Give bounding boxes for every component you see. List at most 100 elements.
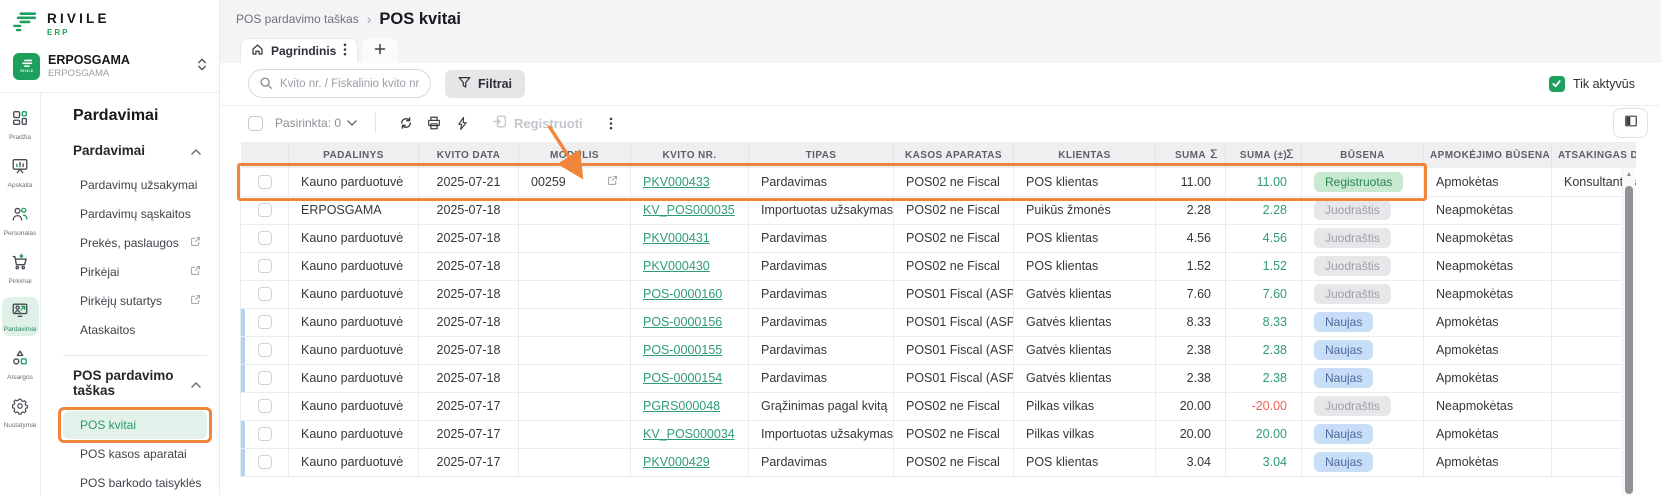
sidebar-item-pos-kvitai[interactable]: POS kvitai <box>63 411 207 439</box>
table-row[interactable]: Kauno parduotuvė2025-07-18PKV000430Parda… <box>241 252 1636 280</box>
table-row[interactable]: Kauno parduotuvė2025-07-18POS-0000155Par… <box>241 336 1636 364</box>
receipt-link[interactable]: PKV000431 <box>643 231 710 245</box>
receipt-link[interactable]: POS-0000155 <box>643 343 722 357</box>
scrollbar-thumb[interactable] <box>1625 186 1633 494</box>
column-header-atsakingas[interactable]: ATSAKINGAS DARBUOT <box>1552 142 1636 168</box>
column-header-modulis[interactable]: MODULIS <box>519 142 631 168</box>
receipt-link[interactable]: PKV000429 <box>643 455 710 469</box>
module-cell <box>519 392 631 420</box>
column-header-busena[interactable]: BŪSENA <box>1302 142 1424 168</box>
rail-item-apskaita[interactable]: Apskaita <box>2 153 39 192</box>
row-checkbox[interactable] <box>258 399 272 413</box>
receipt-link[interactable]: PKV000430 <box>643 259 710 273</box>
column-header-kvito_data[interactable]: KVITO DATA <box>419 142 519 168</box>
suma-cell: 1.52 <box>1156 252 1226 280</box>
receipt-link[interactable]: POS-0000156 <box>643 315 722 329</box>
rail-item-atsargos[interactable]: Atsargos <box>2 345 39 384</box>
rail-item-pradžia[interactable]: Pradžia <box>2 105 39 144</box>
selection-chevron-down-icon[interactable] <box>347 120 357 126</box>
receipt-link[interactable]: POS-0000160 <box>643 287 722 301</box>
table-row[interactable]: Kauno parduotuvė2025-07-17PGRS000048Grąž… <box>241 392 1636 420</box>
column-header-padalinys[interactable]: PADALINYS <box>289 142 419 168</box>
sum-icon[interactable]: Σ <box>1210 147 1218 161</box>
vertical-scrollbar[interactable]: ▲ <box>1622 168 1635 495</box>
row-checkbox[interactable] <box>258 371 272 385</box>
sidebar-item-pirkėjų-sutartys[interactable]: Pirkėjų sutartys <box>63 287 207 315</box>
receipt-link[interactable]: PKV000433 <box>643 175 710 189</box>
sidebar-item-pardavimų-sąskaitos[interactable]: Pardavimų sąskaitos <box>63 200 207 228</box>
signed-amount-cell: 2.38 <box>1226 336 1302 364</box>
sidebar-item-pos-kasos-aparatai[interactable]: POS kasos aparatai <box>63 440 207 468</box>
print-icon[interactable] <box>420 110 448 136</box>
filters-button[interactable]: Filtrai <box>445 70 525 98</box>
row-select-cell <box>241 420 289 448</box>
sidebar-item-prekės-paslaugos[interactable]: Prekės, paslaugos <box>63 229 207 257</box>
column-header-kasos_aparatas[interactable]: KASOS APARATAS <box>894 142 1014 168</box>
suma-cell: 20.00 <box>1156 420 1226 448</box>
receipt-link[interactable]: POS-0000154 <box>643 371 722 385</box>
table-row[interactable]: Kauno parduotuvė2025-07-2100259PKV000433… <box>241 168 1636 196</box>
apmokejimo_busena-cell: Neapmokėtas <box>1424 252 1552 280</box>
row-checkbox[interactable] <box>258 315 272 329</box>
column-header-klientas[interactable]: KLIENTAS <box>1014 142 1156 168</box>
external-link-icon[interactable] <box>607 175 618 189</box>
table-row[interactable]: ERPOSGAMA2025-07-18KV_POS000035Importuot… <box>241 196 1636 224</box>
column-header-suma[interactable]: SUMAΣ <box>1156 142 1226 168</box>
app-logo[interactable]: RIVILE ERP <box>0 0 219 44</box>
column-header-kvito_nr[interactable]: KVITO NR. <box>631 142 749 168</box>
column-settings-button[interactable] <box>1613 108 1648 138</box>
select-all-checkbox[interactable] <box>248 116 263 131</box>
sidebar-item-pardavimų-užsakymai[interactable]: Pardavimų užsakymai <box>63 171 207 199</box>
row-checkbox[interactable] <box>258 287 272 301</box>
search-input[interactable] <box>248 69 431 98</box>
external-link-icon <box>190 265 201 279</box>
column-header-apmokejimo_busena[interactable]: APMOKĖJIMO BŪSENA <box>1424 142 1552 168</box>
receipt-link[interactable]: KV_POS000034 <box>643 427 735 441</box>
column-header-tipas[interactable]: TIPAS <box>749 142 894 168</box>
table-row[interactable]: Kauno parduotuvė2025-07-18PKV000431Parda… <box>241 224 1636 252</box>
rail-item-nustatymai[interactable]: Nustatymai <box>2 393 39 432</box>
receipt-link[interactable]: PGRS000048 <box>643 399 720 413</box>
row-checkbox[interactable] <box>258 455 272 469</box>
sidebar-item-pos-barkodo-taisyklės[interactable]: POS barkodo taisyklės <box>63 469 207 495</box>
sidebar-section-pardavimai[interactable]: Pardavimai <box>63 131 207 170</box>
sum-icon[interactable]: Σ <box>1286 147 1294 161</box>
table-row[interactable]: Kauno parduotuvė2025-07-17PKV000429Parda… <box>241 448 1636 476</box>
table-row[interactable]: Kauno parduotuvė2025-07-18POS-0000156Par… <box>241 308 1636 336</box>
rail-item-pardavimai[interactable]: Pardavimai <box>2 297 39 336</box>
row-checkbox[interactable] <box>258 231 272 245</box>
flash-icon[interactable] <box>448 110 476 136</box>
row-checkbox[interactable] <box>258 203 272 217</box>
column-header-suma_pm[interactable]: SUMA (±)Σ <box>1226 142 1302 168</box>
tipas-cell: Pardavimas <box>749 280 894 308</box>
active-only-toggle[interactable]: Tik aktyvūs <box>1549 76 1635 92</box>
sidebar-item-ataskaitos[interactable]: Ataskaitos <box>63 316 207 344</box>
table-row[interactable]: Kauno parduotuvė2025-07-18POS-0000154Par… <box>241 364 1636 392</box>
refresh-icon[interactable] <box>392 110 420 136</box>
rail-item-pirkimai[interactable]: Pirkimai <box>2 249 39 288</box>
table-row[interactable]: Kauno parduotuvė2025-07-17KV_POS000034Im… <box>241 420 1636 448</box>
unfold-icon[interactable] <box>197 58 207 76</box>
row-checkbox[interactable] <box>258 259 272 273</box>
register-button[interactable]: Registruoti <box>492 114 583 132</box>
row-checkbox[interactable] <box>258 427 272 441</box>
scroll-up-icon[interactable]: ▲ <box>1623 168 1635 182</box>
padalinys-cell: Kauno parduotuvė <box>289 252 419 280</box>
checked-checkbox-icon[interactable] <box>1549 76 1565 92</box>
row-checkbox[interactable] <box>258 343 272 357</box>
receipt-number-cell: POS-0000156 <box>631 308 749 336</box>
add-tab-button[interactable] <box>362 38 398 63</box>
receipt-link[interactable]: KV_POS000035 <box>643 203 735 217</box>
row-checkbox[interactable] <box>258 175 272 189</box>
breadcrumb-parent[interactable]: POS pardavimo taškas <box>236 12 359 26</box>
sidebar-item-pirkėjai[interactable]: Pirkėjai <box>63 258 207 286</box>
table-row[interactable]: Kauno parduotuvė2025-07-18POS-0000160Par… <box>241 280 1636 308</box>
rail-item-personalas[interactable]: Personalas <box>2 201 39 240</box>
sidebar-section-pos-pardavimo-taškas[interactable]: POS pardavimo taškas <box>63 356 207 410</box>
tab-pagrindinis[interactable]: Pagrindinis <box>240 38 358 63</box>
tab-kebab-icon[interactable] <box>343 43 347 59</box>
toolbar-kebab-icon[interactable] <box>597 110 625 136</box>
workspace-selector[interactable]: RIVILE ERPOSGAMA ERPOSGAMA <box>0 44 219 92</box>
column-header-select[interactable] <box>241 142 289 168</box>
tipas-cell: Pardavimas <box>749 336 894 364</box>
